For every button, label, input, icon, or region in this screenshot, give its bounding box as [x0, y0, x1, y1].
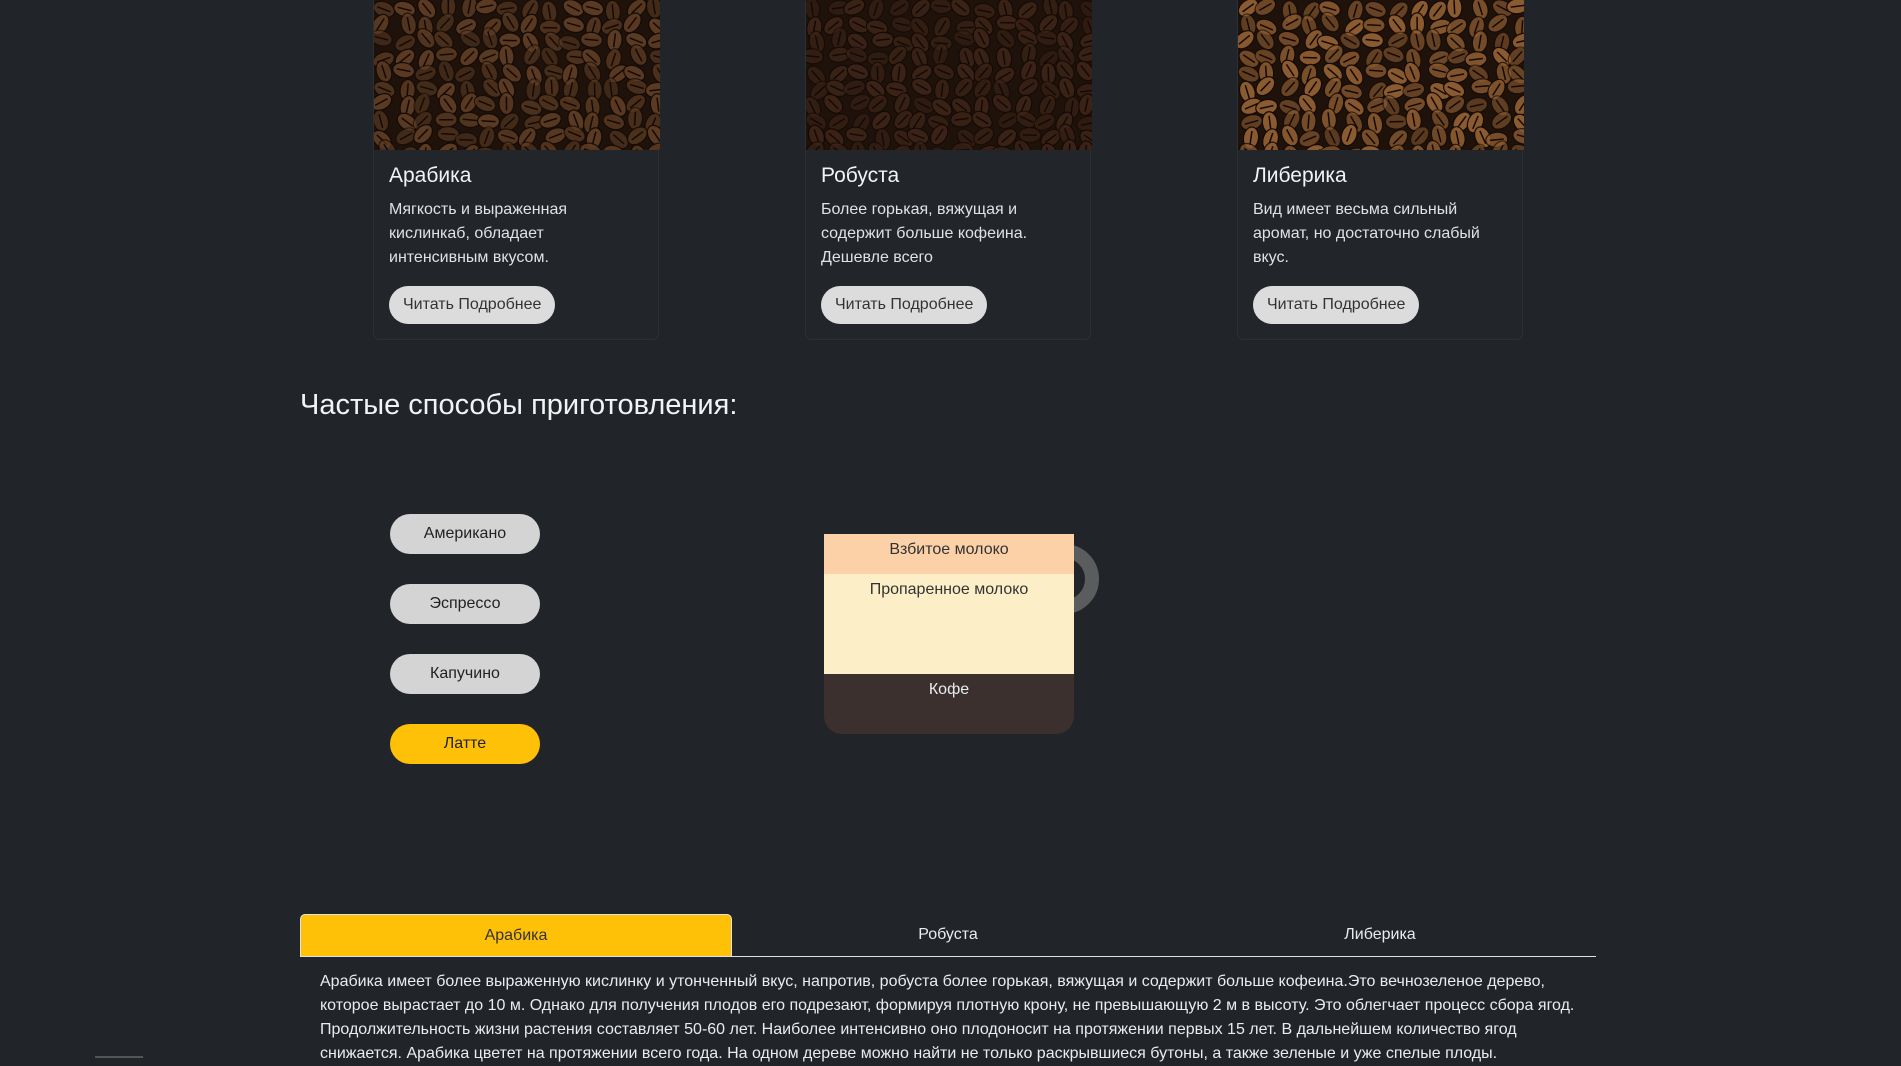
- read-more-button[interactable]: Читать Подробнее: [821, 286, 987, 324]
- read-more-button[interactable]: Читать Подробнее: [1253, 286, 1419, 324]
- card-text: Вид имеет весьма сильный аромат, но дост…: [1253, 198, 1503, 270]
- tab-content-text: Арабика имеет более выраженную кислинку …: [320, 970, 1600, 1066]
- cup-body: Взбитое молоко Пропаренное молоко Кофе: [824, 534, 1074, 734]
- layer-coffee: Кофе: [824, 674, 1074, 734]
- method-cappuccino-button[interactable]: Капучино: [390, 654, 540, 694]
- tab-arabica[interactable]: Арабика: [300, 914, 732, 956]
- robusta-beans-image: [806, 0, 1092, 150]
- card-title: Робуста: [821, 164, 899, 188]
- tab-robusta[interactable]: Робуста: [732, 914, 1164, 956]
- tab-liberica[interactable]: Либерика: [1164, 914, 1596, 956]
- method-espresso-button[interactable]: Эспрессо: [390, 584, 540, 624]
- layer-foamed-milk: Взбитое молоко: [824, 534, 1074, 574]
- card-text: Мягкость и выраженная кислинкаб, обладае…: [389, 198, 639, 270]
- card-liberica: Либерика Вид имеет весьма сильный аромат…: [1237, 0, 1523, 340]
- arabica-beans-image: [374, 0, 660, 150]
- card-text: Более горькая, вяжущая и содержит больше…: [821, 198, 1071, 270]
- method-americano-button[interactable]: Американо: [390, 514, 540, 554]
- layer-steamed-milk: Пропаренное молоко: [824, 574, 1074, 674]
- liberica-beans-image: [1238, 0, 1524, 150]
- coffee-cup-diagram: Взбитое молоко Пропаренное молоко Кофе: [824, 534, 1074, 734]
- card-title: Арабика: [389, 164, 471, 188]
- card-arabica: Арабика Мягкость и выраженная кислинкаб,…: [373, 0, 659, 340]
- read-more-button[interactable]: Читать Подробнее: [389, 286, 555, 324]
- scroll-indicator: [95, 1056, 143, 1058]
- card-title: Либерика: [1253, 164, 1347, 188]
- coffee-tabs: Арабика Робуста Либерика: [300, 914, 1596, 957]
- coffee-cards: Арабика Мягкость и выраженная кислинкаб,…: [0, 0, 1901, 340]
- card-robusta: Робуста Более горькая, вяжущая и содержи…: [805, 0, 1091, 340]
- section-heading: Частые способы приготовления:: [300, 389, 737, 422]
- method-latte-button[interactable]: Латте: [390, 724, 540, 764]
